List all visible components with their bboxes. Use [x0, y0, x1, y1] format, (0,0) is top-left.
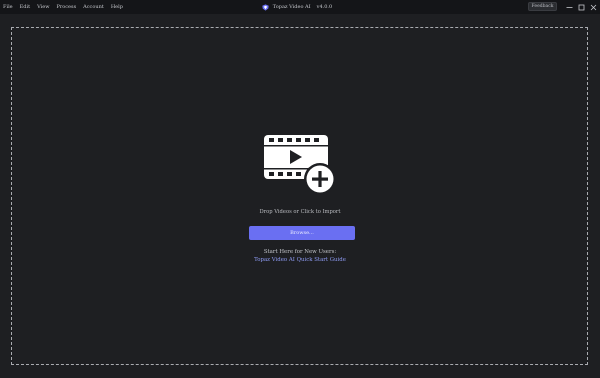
menu-file[interactable]: File: [2, 0, 16, 14]
app-version: v4.0.0: [316, 4, 333, 10]
video-add-icon[interactable]: [262, 133, 338, 195]
menu-edit[interactable]: Edit: [16, 0, 33, 14]
minimize-button[interactable]: [563, 0, 575, 14]
feedback-button[interactable]: Feedback: [528, 2, 557, 11]
guide-heading: Start Here for New Users:: [263, 249, 337, 255]
browse-button[interactable]: Browse...: [249, 226, 355, 240]
minimize-icon: [566, 6, 572, 8]
maximize-button[interactable]: [575, 0, 587, 14]
maximize-icon: [578, 4, 584, 10]
quick-start-guide-link[interactable]: Topaz Video AI Quick Start Guide: [0, 257, 600, 263]
menu-help[interactable]: Help: [107, 0, 126, 14]
menu-account[interactable]: Account: [80, 0, 108, 14]
menu-process[interactable]: Process: [53, 0, 80, 14]
close-button[interactable]: [587, 0, 599, 14]
app-title: Topaz Video AI: [272, 4, 311, 10]
title-bar: File Edit View Process Account Help Topa…: [0, 0, 600, 14]
video-drop-zone[interactable]: [11, 27, 588, 365]
topaz-logo-icon: [262, 3, 269, 11]
menu-view[interactable]: View: [34, 0, 53, 14]
close-icon: [590, 4, 596, 10]
menu-bar: File Edit View Process Account Help: [0, 0, 126, 14]
drop-prompt: Drop Videos or Click to Import: [259, 209, 341, 215]
